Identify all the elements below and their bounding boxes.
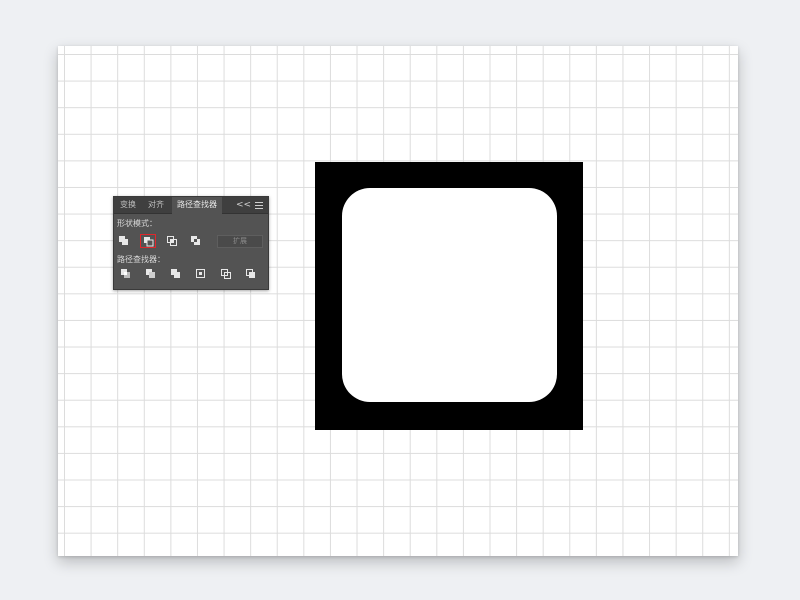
outline-button[interactable] (218, 267, 234, 281)
merge-icon (171, 269, 180, 278)
pathfinders-label: 路径查找器： (117, 255, 165, 264)
merge-button[interactable] (168, 267, 184, 281)
panel-menu-icon[interactable] (254, 200, 264, 210)
rounded-square-cutout[interactable] (342, 188, 557, 402)
tab-align[interactable]: 对齐 (144, 197, 168, 213)
panel-tab-bar: 变换 对齐 路径查找器 << (114, 197, 268, 214)
exclude-icon (191, 236, 200, 245)
pathfinder-panel: 变换 对齐 路径查找器 << 形状模式： 扩展 路径查找器： (113, 196, 269, 290)
expand-button[interactable]: 扩展 (217, 235, 263, 248)
trim-button[interactable] (143, 267, 159, 281)
unite-icon (119, 236, 128, 245)
minus-back-button[interactable] (243, 267, 259, 281)
divide-icon (121, 269, 130, 278)
intersect-icon (167, 236, 177, 246)
trim-icon (146, 269, 155, 278)
exclude-button[interactable] (188, 234, 204, 248)
divide-button[interactable] (118, 267, 134, 281)
crop-button[interactable] (193, 267, 209, 281)
shape-modes-label: 形状模式： (117, 219, 157, 228)
collapse-icon[interactable]: << (236, 199, 251, 211)
tab-pathfinder[interactable]: 路径查找器 (172, 197, 222, 214)
tab-transform[interactable]: 变换 (116, 197, 140, 213)
crop-icon (196, 269, 205, 278)
minus-front-icon (144, 237, 154, 247)
outline-icon (221, 269, 231, 279)
minus-front-button[interactable] (140, 234, 156, 248)
unite-button[interactable] (116, 234, 132, 248)
minus-back-icon (246, 269, 255, 278)
intersect-button[interactable] (164, 234, 180, 248)
